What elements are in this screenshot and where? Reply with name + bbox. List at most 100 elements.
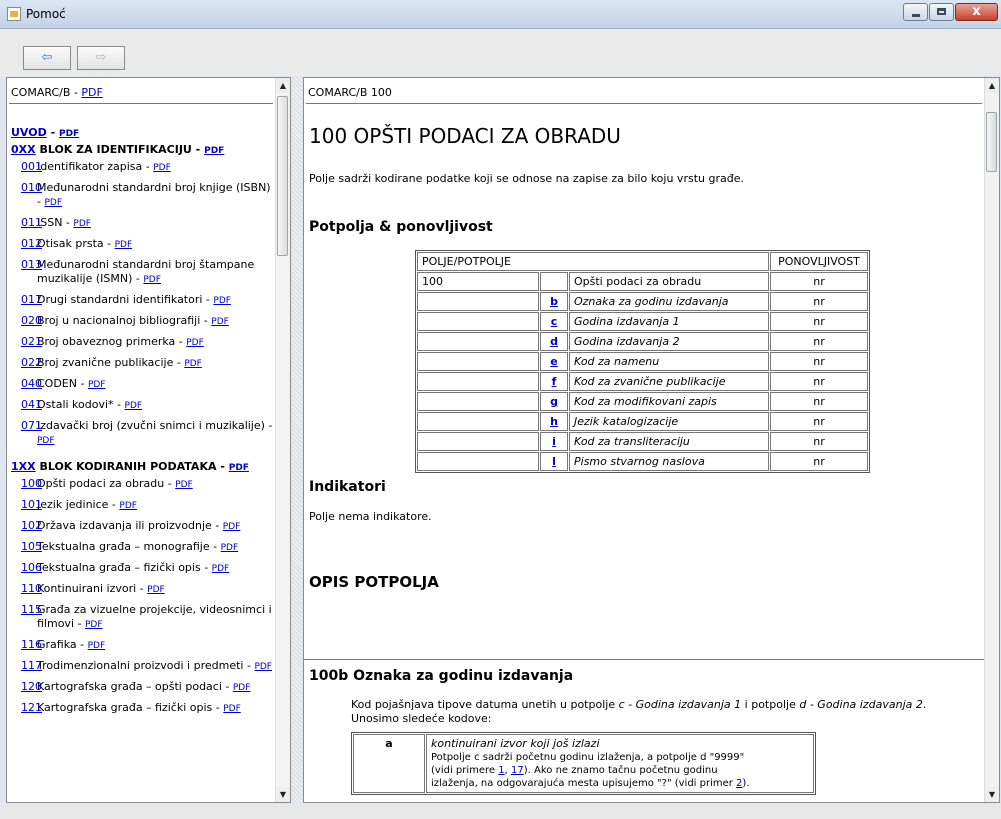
tree-item-pdf-link[interactable]: PDF xyxy=(143,275,161,285)
subfield-code[interactable]: l xyxy=(540,452,568,471)
tree-item-code[interactable]: 110 xyxy=(21,582,42,596)
tree-item-pdf-link[interactable]: PDF xyxy=(211,317,229,327)
tree-item-code[interactable]: 020 xyxy=(21,314,42,328)
tree-item-011[interactable]: 011 ISSN - PDF xyxy=(11,216,273,231)
maximize-button[interactable] xyxy=(929,3,954,21)
tree-item-pdf-link[interactable]: PDF xyxy=(88,641,106,651)
tree-item-pdf-link[interactable]: PDF xyxy=(221,543,239,553)
tree-item-117[interactable]: 117 Trodimenzionalni proizvodi i predmeti… xyxy=(11,659,273,674)
subfield-code[interactable]: h xyxy=(540,412,568,431)
tree-item-pdf-link[interactable]: PDF xyxy=(153,163,171,173)
document-scrollbar[interactable]: ▲ ▼ xyxy=(984,78,999,802)
subfield-code-link[interactable]: h xyxy=(550,415,558,428)
tree-item-pdf-link[interactable]: PDF xyxy=(223,704,241,714)
tree-item-pdf-link[interactable]: PDF xyxy=(115,240,133,250)
tree-item-code[interactable]: 117 xyxy=(21,659,42,673)
group-1xx-pdf-link[interactable]: PDF xyxy=(229,463,249,473)
tree-item-110[interactable]: 110 Kontinuirani izvori - PDF xyxy=(11,582,273,597)
breadcrumb-pdf-link[interactable]: PDF xyxy=(81,86,102,99)
tree-item-code[interactable]: 102 xyxy=(21,519,42,533)
subfield-code-link[interactable]: i xyxy=(552,435,556,448)
minimize-button[interactable] xyxy=(903,3,928,21)
tree-item-pdf-link[interactable]: PDF xyxy=(254,662,272,672)
example-link[interactable]: 17 xyxy=(511,765,524,776)
tree-item-pdf-link[interactable]: PDF xyxy=(184,359,202,369)
contents-scrollbar[interactable]: ▲ ▼ xyxy=(275,78,290,802)
document-pane[interactable]: COMARC/B 100 100 OPŠTI PODACI ZA OBRADU … xyxy=(303,77,1000,803)
scroll-up-icon[interactable]: ▲ xyxy=(276,78,290,93)
scroll-down-icon[interactable]: ▼ xyxy=(985,787,999,802)
back-button[interactable]: ⇦ xyxy=(23,46,71,70)
subfield-code-link[interactable]: c xyxy=(551,315,558,328)
tree-item-017[interactable]: 017 Drugi standardni identifikatori - PDF xyxy=(11,293,273,308)
tree-item-code[interactable]: 120 xyxy=(21,680,42,694)
tree-item-code[interactable]: 041 xyxy=(21,398,42,412)
tree-item-pdf-link[interactable]: PDF xyxy=(223,522,241,532)
tree-item-116[interactable]: 116 Grafika - PDF xyxy=(11,638,273,653)
tree-item-010[interactable]: 010 Međunarodni standardni broj knjige (I… xyxy=(11,181,273,210)
tree-item-041[interactable]: 041 Ostali kodovi* - PDF xyxy=(11,398,273,413)
tree-item-code[interactable]: 115 xyxy=(21,603,42,617)
subfield-code[interactable]: e xyxy=(540,352,568,371)
tree-item-pdf-link[interactable]: PDF xyxy=(44,198,62,208)
subfield-code[interactable]: b xyxy=(540,292,568,311)
subfield-code[interactable]: c xyxy=(540,312,568,331)
subfield-code-link[interactable]: d xyxy=(550,335,558,348)
tree-item-020[interactable]: 020 Broj u nacionalnoj bibliografiji - PD… xyxy=(11,314,273,329)
tree-item-code[interactable]: 022 xyxy=(21,356,42,370)
tree-item-013[interactable]: 013 Međunarodni standardni broj štampane … xyxy=(11,258,273,287)
tree-item-100[interactable]: 100 Opšti podaci za obradu - PDF xyxy=(11,477,273,492)
tree-item-105[interactable]: 105 Tekstualna građa – monografije - PDF xyxy=(11,540,273,555)
tree-item-pdf-link[interactable]: PDF xyxy=(85,620,103,630)
tree-item-code[interactable]: 012 xyxy=(21,237,42,251)
scroll-thumb[interactable] xyxy=(986,112,997,172)
tree-item-pdf-link[interactable]: PDF xyxy=(186,338,204,348)
uvod-link[interactable]: UVOD xyxy=(11,126,47,139)
tree-item-021[interactable]: 021 Broj obaveznog primerka - PDF xyxy=(11,335,273,350)
tree-item-pdf-link[interactable]: PDF xyxy=(233,683,251,693)
tree-item-code[interactable]: 010 xyxy=(21,181,42,195)
tree-item-pdf-link[interactable]: PDF xyxy=(175,480,193,490)
scroll-up-icon[interactable]: ▲ xyxy=(985,78,999,93)
tree-item-pdf-link[interactable]: PDF xyxy=(212,564,230,574)
subfield-code-link[interactable]: f xyxy=(552,375,557,388)
tree-item-001[interactable]: 001 Identifikator zapisa - PDF xyxy=(11,160,273,175)
tree-item-code[interactable]: 011 xyxy=(21,216,42,230)
tree-item-pdf-link[interactable]: PDF xyxy=(119,501,137,511)
tree-item-071[interactable]: 071 Izdavački broj (zvučni snimci i muzik… xyxy=(11,419,273,448)
subfield-code-link[interactable]: e xyxy=(550,355,557,368)
tree-item-012[interactable]: 012 Otisak prsta - PDF xyxy=(11,237,273,252)
tree-item-pdf-link[interactable]: PDF xyxy=(73,219,91,229)
group-0xx-pdf-link[interactable]: PDF xyxy=(204,146,224,156)
group-1xx-link[interactable]: 1XX xyxy=(11,460,36,473)
tree-item-code[interactable]: 040 xyxy=(21,377,42,391)
tree-item-101[interactable]: 101 Jezik jedinice - PDF xyxy=(11,498,273,513)
subfield-code[interactable]: f xyxy=(540,372,568,391)
tree-item-040[interactable]: 040 CODEN - PDF xyxy=(11,377,273,392)
tree-item-pdf-link[interactable]: PDF xyxy=(88,380,106,390)
subfield-code-link[interactable]: g xyxy=(550,395,558,408)
tree-item-102[interactable]: 102 Država izdavanja ili proizvodnje - PD… xyxy=(11,519,273,534)
scroll-down-icon[interactable]: ▼ xyxy=(276,787,290,802)
tree-item-pdf-link[interactable]: PDF xyxy=(125,401,143,411)
tree-item-code[interactable]: 116 xyxy=(21,638,42,652)
tree-item-106[interactable]: 106 Tekstualna građa – fizički opis - PDF xyxy=(11,561,273,576)
subfield-code[interactable]: d xyxy=(540,332,568,351)
close-button[interactable]: x xyxy=(955,3,998,21)
subfield-code[interactable]: i xyxy=(540,432,568,451)
scroll-thumb[interactable] xyxy=(277,96,288,256)
tree-item-022[interactable]: 022 Broj zvanične publikacije - PDF xyxy=(11,356,273,371)
subfield-code-link[interactable]: l xyxy=(552,455,556,468)
tree-item-code[interactable]: 105 xyxy=(21,540,42,554)
forward-button[interactable]: ⇨ xyxy=(77,46,125,70)
tree-item-pdf-link[interactable]: PDF xyxy=(147,585,165,595)
subfield-code-link[interactable]: b xyxy=(550,295,558,308)
tree-item-120[interactable]: 120 Kartografska građa – opšti podaci - P… xyxy=(11,680,273,695)
group-0xx-link[interactable]: 0XX xyxy=(11,143,36,156)
tree-item-code[interactable]: 001 xyxy=(21,160,42,174)
contents-pane[interactable]: COMARC/B - PDF UVOD - PDF 0XX BLOK ZA ID… xyxy=(6,77,291,803)
tree-item-code[interactable]: 100 xyxy=(21,477,42,491)
pane-splitter[interactable] xyxy=(292,77,302,803)
tree-item-code[interactable]: 121 xyxy=(21,701,42,715)
uvod-pdf-link[interactable]: PDF xyxy=(59,129,79,139)
